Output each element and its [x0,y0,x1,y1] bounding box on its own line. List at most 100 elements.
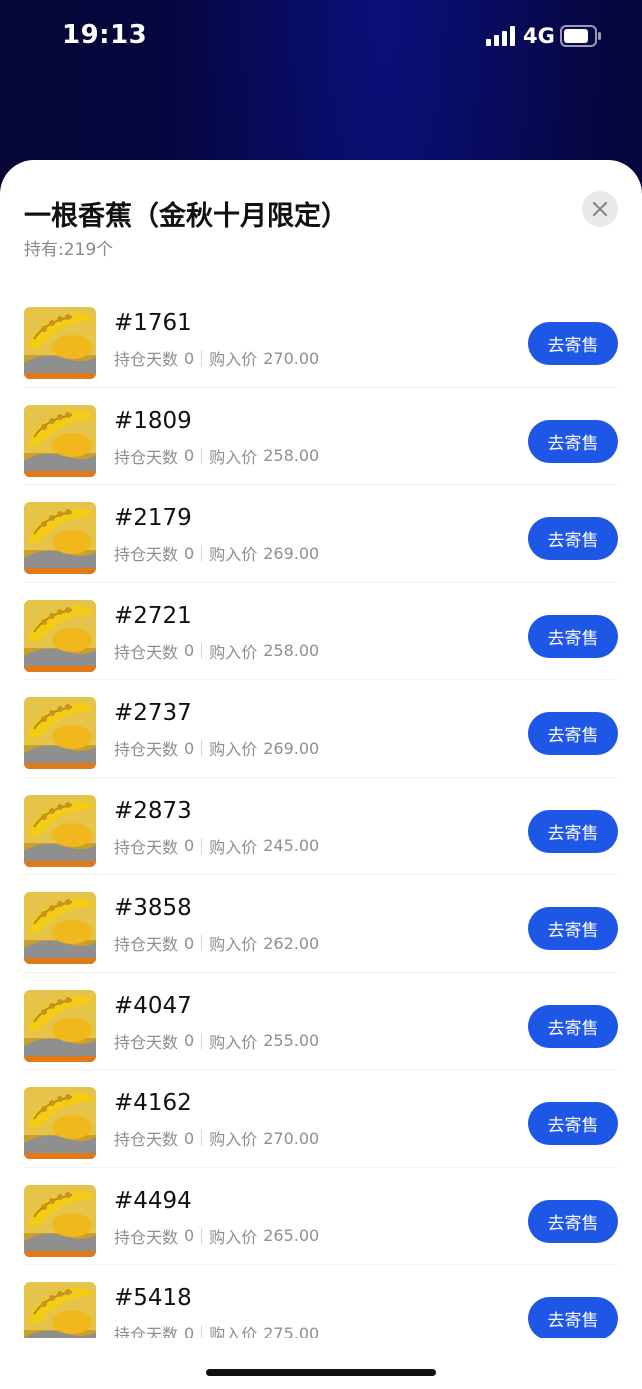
price-label: 购入价 [209,740,258,759]
days-label: 持仓天数 [114,545,179,564]
sheet-title: 一根香蕉（金秋十月限定） [24,201,348,232]
item-id: #4162 [114,1090,192,1116]
list-item: #4162 持仓天数 0 购入价 270.00 去寄售 [24,1070,618,1168]
price-label: 购入价 [209,1227,258,1247]
consign-button[interactable]: 去寄售 [528,712,618,755]
price-value: 269.00 [263,543,320,563]
item-meta: 持仓天数 0 购入价 269.00 [114,541,319,565]
item-meta: 持仓天数 0 购入价 275.00 [114,1321,319,1338]
item-meta: 持仓天数 0 购入价 265.00 [114,1224,319,1248]
battery-icon [560,25,601,47]
consign-button[interactable]: 去寄售 [528,1102,618,1145]
list-item: #5418 持仓天数 0 购入价 275.00 去寄售 [24,1265,618,1338]
price-value: 270.00 [263,348,320,368]
item-id: #1809 [114,407,192,434]
close-icon [592,201,608,217]
days-label: 持仓天数 [114,1032,179,1052]
banana-thumbnail [24,599,96,672]
banana-thumbnail [24,989,96,1062]
item-meta: 持仓天数 0 购入价 269.00 [114,736,319,760]
list-item: #3858 持仓天数 0 购入价 262.00 去寄售 [24,875,618,973]
banana-thumbnail [24,697,96,769]
consign-button[interactable]: 去寄售 [528,1199,618,1243]
price-value: 265.00 [263,1226,320,1245]
meta-divider [201,837,203,854]
price-value: 269.00 [263,738,320,758]
item-id: #2179 [114,505,192,531]
days-value: 0 [184,543,195,563]
meta-divider [201,447,203,464]
consign-button[interactable]: 去寄售 [528,614,618,658]
consign-button[interactable]: 去寄售 [528,322,618,365]
item-id: #3858 [114,895,192,921]
item-id: #2721 [114,602,192,629]
list-item: #2873 持仓天数 0 购入价 245.00 去寄售 [24,778,618,875]
list-item: #4047 持仓天数 0 购入价 255.00 去寄售 [24,973,618,1070]
item-id: #4494 [114,1187,192,1214]
meta-divider [201,350,203,366]
banana-thumbnail [24,1087,96,1159]
item-list[interactable]: #1761 持仓天数 0 购入价 270.00 去寄售 #1809 持仓天数 0… [0,290,642,1338]
item-id: #2737 [114,700,192,726]
days-value: 0 [184,1226,195,1245]
meta-divider [201,545,203,561]
banana-thumbnail [24,1282,96,1338]
banana-thumbnail [24,307,96,379]
list-item: #2737 持仓天数 0 购入价 269.00 去寄售 [24,680,618,778]
item-id: #1761 [114,310,192,336]
meta-divider [201,1130,203,1146]
consign-button[interactable]: 去寄售 [528,1004,618,1048]
days-value: 0 [184,348,195,368]
price-label: 购入价 [209,935,258,954]
days-label: 持仓天数 [114,935,179,954]
days-value: 0 [184,641,195,660]
item-meta: 持仓天数 0 购入价 258.00 [114,444,319,468]
status-bar: 19:13 4G [0,0,642,72]
price-label: 购入价 [209,642,258,662]
item-id: #5418 [114,1285,192,1311]
days-label: 持仓天数 [114,350,179,369]
consign-button[interactable]: 去寄售 [528,1297,618,1338]
item-meta: 持仓天数 0 购入价 270.00 [114,346,319,370]
days-label: 持仓天数 [114,740,179,759]
home-indicator [206,1369,436,1376]
consign-button[interactable]: 去寄售 [528,907,618,950]
close-button[interactable] [582,191,618,227]
list-item: #2721 持仓天数 0 购入价 258.00 去寄售 [24,583,618,680]
meta-divider [201,642,203,659]
meta-divider [201,740,203,756]
list-item: #1809 持仓天数 0 购入价 258.00 去寄售 [24,388,618,485]
price-value: 255.00 [263,1031,320,1050]
item-id: #4047 [114,992,192,1019]
banana-thumbnail [24,404,96,477]
meta-divider [201,935,203,951]
days-label: 持仓天数 [114,642,179,662]
consign-button[interactable]: 去寄售 [528,419,618,463]
list-item: #1761 持仓天数 0 购入价 270.00 去寄售 [24,290,618,388]
meta-divider [201,1032,203,1049]
price-label: 购入价 [209,545,258,564]
days-value: 0 [184,1128,195,1148]
price-value: 275.00 [263,1323,320,1339]
item-meta: 持仓天数 0 购入价 270.00 [114,1126,319,1150]
list-item: #4494 持仓天数 0 购入价 265.00 去寄售 [24,1168,618,1265]
consign-button[interactable]: 去寄售 [528,517,618,560]
price-label: 购入价 [209,1032,258,1052]
holdings-sheet: 一根香蕉（金秋十月限定） 持有:219个 #1761 持仓天数 0 购入价 27… [0,160,642,1389]
price-value: 262.00 [263,933,320,953]
price-value: 245.00 [263,836,320,855]
price-label: 购入价 [209,1325,258,1338]
price-value: 258.00 [263,446,320,465]
price-label: 购入价 [209,837,258,857]
holding-count: 持有:219个 [24,240,114,260]
price-label: 购入价 [209,1130,258,1149]
network-label: 4G [523,24,555,48]
item-id: #2873 [114,797,192,824]
list-item: #2179 持仓天数 0 购入价 269.00 去寄售 [24,485,618,583]
banana-thumbnail [24,794,96,867]
days-value: 0 [184,1031,195,1050]
consign-button[interactable]: 去寄售 [528,809,618,853]
item-meta: 持仓天数 0 购入价 245.00 [114,834,319,858]
item-meta: 持仓天数 0 购入价 262.00 [114,931,319,955]
days-label: 持仓天数 [114,1227,179,1247]
